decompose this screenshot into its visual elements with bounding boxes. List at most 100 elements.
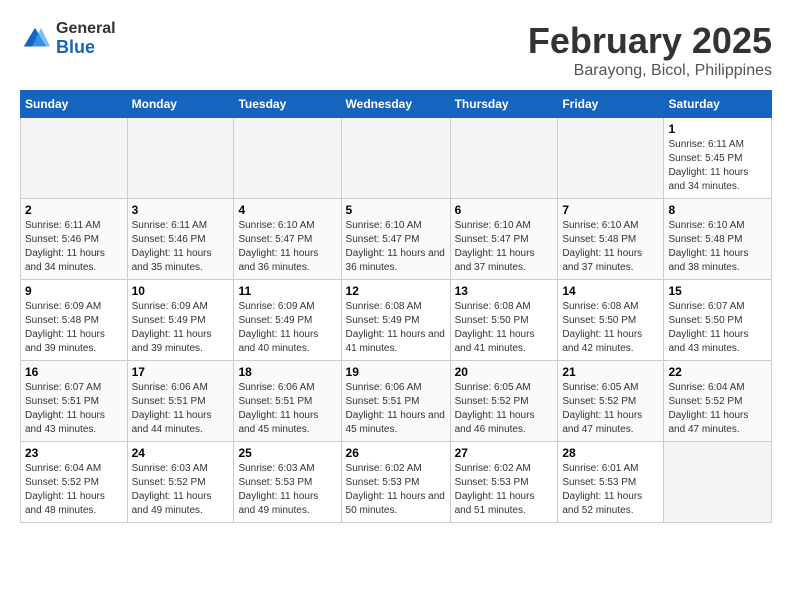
day-number: 7	[562, 203, 659, 217]
col-header-monday: Monday	[127, 91, 234, 118]
day-info: Sunrise: 6:11 AM Sunset: 5:46 PM Dayligh…	[25, 219, 123, 275]
day-info: Sunrise: 6:11 AM Sunset: 5:46 PM Dayligh…	[132, 219, 230, 275]
day-cell: 24 Sunrise: 6:03 AM Sunset: 5:52 PM Dayli…	[127, 442, 234, 523]
day-info: Sunrise: 6:02 AM Sunset: 5:53 PM Dayligh…	[455, 462, 554, 518]
day-info: Sunrise: 6:08 AM Sunset: 5:49 PM Dayligh…	[346, 300, 446, 356]
day-cell: 11 Sunrise: 6:09 AM Sunset: 5:49 PM Dayli…	[234, 280, 341, 361]
week-row-5: 23 Sunrise: 6:04 AM Sunset: 5:52 PM Dayli…	[21, 442, 772, 523]
logo-icon	[20, 24, 50, 54]
logo-blue: Blue	[56, 38, 116, 58]
day-info: Sunrise: 6:06 AM Sunset: 5:51 PM Dayligh…	[346, 381, 446, 437]
page-header: General Blue February 2025 Barayong, Bic…	[20, 20, 772, 80]
day-info: Sunrise: 6:06 AM Sunset: 5:51 PM Dayligh…	[132, 381, 230, 437]
day-number: 19	[346, 365, 446, 379]
day-number: 16	[25, 365, 123, 379]
day-cell: 19 Sunrise: 6:06 AM Sunset: 5:51 PM Dayli…	[341, 361, 450, 442]
day-info: Sunrise: 6:02 AM Sunset: 5:53 PM Dayligh…	[346, 462, 446, 518]
week-row-3: 9 Sunrise: 6:09 AM Sunset: 5:48 PM Daylig…	[21, 280, 772, 361]
day-number: 8	[668, 203, 767, 217]
day-info: Sunrise: 6:04 AM Sunset: 5:52 PM Dayligh…	[25, 462, 123, 518]
day-cell	[127, 118, 234, 199]
day-number: 15	[668, 284, 767, 298]
day-number: 3	[132, 203, 230, 217]
day-info: Sunrise: 6:05 AM Sunset: 5:52 PM Dayligh…	[455, 381, 554, 437]
col-header-sunday: Sunday	[21, 91, 128, 118]
day-number: 10	[132, 284, 230, 298]
day-cell	[341, 118, 450, 199]
day-info: Sunrise: 6:09 AM Sunset: 5:49 PM Dayligh…	[238, 300, 336, 356]
day-cell: 14 Sunrise: 6:08 AM Sunset: 5:50 PM Dayli…	[558, 280, 664, 361]
day-cell: 4 Sunrise: 6:10 AM Sunset: 5:47 PM Daylig…	[234, 199, 341, 280]
col-header-wednesday: Wednesday	[341, 91, 450, 118]
day-cell	[234, 118, 341, 199]
day-number: 17	[132, 365, 230, 379]
day-cell: 7 Sunrise: 6:10 AM Sunset: 5:48 PM Daylig…	[558, 199, 664, 280]
day-cell	[21, 118, 128, 199]
logo-text: General Blue	[56, 20, 116, 57]
day-number: 11	[238, 284, 336, 298]
day-cell: 6 Sunrise: 6:10 AM Sunset: 5:47 PM Daylig…	[450, 199, 558, 280]
day-number: 18	[238, 365, 336, 379]
day-cell: 12 Sunrise: 6:08 AM Sunset: 5:49 PM Dayli…	[341, 280, 450, 361]
day-number: 6	[455, 203, 554, 217]
day-info: Sunrise: 6:11 AM Sunset: 5:45 PM Dayligh…	[668, 138, 767, 194]
day-number: 12	[346, 284, 446, 298]
day-cell: 16 Sunrise: 6:07 AM Sunset: 5:51 PM Dayli…	[21, 361, 128, 442]
day-number: 1	[668, 122, 767, 136]
week-row-4: 16 Sunrise: 6:07 AM Sunset: 5:51 PM Dayli…	[21, 361, 772, 442]
day-info: Sunrise: 6:03 AM Sunset: 5:52 PM Dayligh…	[132, 462, 230, 518]
title-block: February 2025 Barayong, Bicol, Philippin…	[528, 20, 772, 80]
day-cell	[558, 118, 664, 199]
day-number: 27	[455, 446, 554, 460]
day-cell: 22 Sunrise: 6:04 AM Sunset: 5:52 PM Dayli…	[664, 361, 772, 442]
day-number: 25	[238, 446, 336, 460]
day-info: Sunrise: 6:10 AM Sunset: 5:47 PM Dayligh…	[455, 219, 554, 275]
day-info: Sunrise: 6:04 AM Sunset: 5:52 PM Dayligh…	[668, 381, 767, 437]
day-info: Sunrise: 6:08 AM Sunset: 5:50 PM Dayligh…	[455, 300, 554, 356]
day-number: 4	[238, 203, 336, 217]
day-number: 23	[25, 446, 123, 460]
day-info: Sunrise: 6:08 AM Sunset: 5:50 PM Dayligh…	[562, 300, 659, 356]
day-cell	[664, 442, 772, 523]
day-cell: 13 Sunrise: 6:08 AM Sunset: 5:50 PM Dayli…	[450, 280, 558, 361]
day-cell: 17 Sunrise: 6:06 AM Sunset: 5:51 PM Dayli…	[127, 361, 234, 442]
header-row: SundayMondayTuesdayWednesdayThursdayFrid…	[21, 91, 772, 118]
day-info: Sunrise: 6:09 AM Sunset: 5:48 PM Dayligh…	[25, 300, 123, 356]
day-info: Sunrise: 6:10 AM Sunset: 5:48 PM Dayligh…	[668, 219, 767, 275]
day-number: 21	[562, 365, 659, 379]
week-row-2: 2 Sunrise: 6:11 AM Sunset: 5:46 PM Daylig…	[21, 199, 772, 280]
day-cell: 21Sunrise: 6:05 AM Sunset: 5:52 PM Dayli…	[558, 361, 664, 442]
day-info: Sunrise: 6:07 AM Sunset: 5:50 PM Dayligh…	[668, 300, 767, 356]
day-number: 9	[25, 284, 123, 298]
day-cell: 9 Sunrise: 6:09 AM Sunset: 5:48 PM Daylig…	[21, 280, 128, 361]
day-info: Sunrise: 6:09 AM Sunset: 5:49 PM Dayligh…	[132, 300, 230, 356]
day-cell: 20 Sunrise: 6:05 AM Sunset: 5:52 PM Dayli…	[450, 361, 558, 442]
day-number: 20	[455, 365, 554, 379]
col-header-saturday: Saturday	[664, 91, 772, 118]
logo: General Blue	[20, 20, 116, 57]
day-number: 5	[346, 203, 446, 217]
day-cell: 3 Sunrise: 6:11 AM Sunset: 5:46 PM Daylig…	[127, 199, 234, 280]
day-number: 24	[132, 446, 230, 460]
day-info: Sunrise: 6:03 AM Sunset: 5:53 PM Dayligh…	[238, 462, 336, 518]
col-header-tuesday: Tuesday	[234, 91, 341, 118]
day-number: 22	[668, 365, 767, 379]
logo-general: General	[56, 20, 116, 38]
calendar-table: SundayMondayTuesdayWednesdayThursdayFrid…	[20, 90, 772, 523]
day-number: 2	[25, 203, 123, 217]
month-title: February 2025	[528, 20, 772, 62]
col-header-thursday: Thursday	[450, 91, 558, 118]
day-info: Sunrise: 6:10 AM Sunset: 5:47 PM Dayligh…	[346, 219, 446, 275]
day-cell: 10 Sunrise: 6:09 AM Sunset: 5:49 PM Dayli…	[127, 280, 234, 361]
day-cell: 8 Sunrise: 6:10 AM Sunset: 5:48 PM Daylig…	[664, 199, 772, 280]
day-info: Sunrise: 6:10 AM Sunset: 5:47 PM Dayligh…	[238, 219, 336, 275]
day-number: 13	[455, 284, 554, 298]
day-cell: 2 Sunrise: 6:11 AM Sunset: 5:46 PM Daylig…	[21, 199, 128, 280]
day-info: Sunrise: 6:10 AM Sunset: 5:48 PM Dayligh…	[562, 219, 659, 275]
day-info: Sunrise: 6:07 AM Sunset: 5:51 PM Dayligh…	[25, 381, 123, 437]
col-header-friday: Friday	[558, 91, 664, 118]
day-number: 14	[562, 284, 659, 298]
day-cell: 5 Sunrise: 6:10 AM Sunset: 5:47 PM Daylig…	[341, 199, 450, 280]
day-cell: 25 Sunrise: 6:03 AM Sunset: 5:53 PM Dayli…	[234, 442, 341, 523]
day-cell: 1 Sunrise: 6:11 AM Sunset: 5:45 PM Daylig…	[664, 118, 772, 199]
